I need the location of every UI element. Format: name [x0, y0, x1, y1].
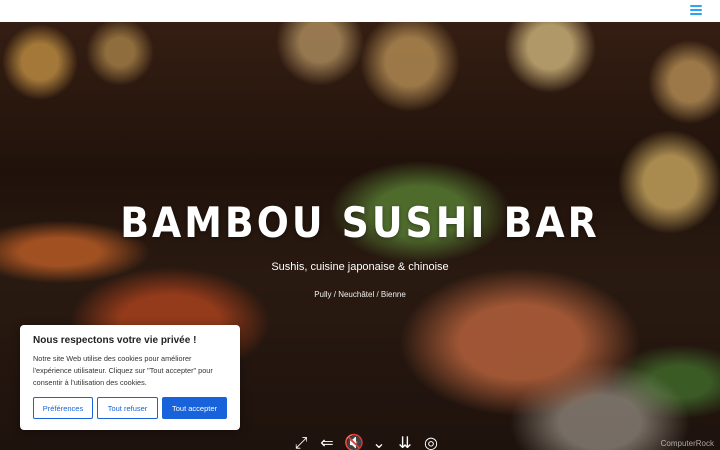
- hero-locations: Pully / Neuchâtel / Bienne: [314, 290, 406, 299]
- watermark: ComputerRock: [660, 439, 714, 448]
- media-controls: ⤢ ⇐ 🔇 ⌄ ⇊ ◎: [292, 436, 440, 450]
- top-navigation-bar: [0, 0, 720, 22]
- hamburger-menu-icon[interactable]: [690, 5, 702, 15]
- accept-all-button[interactable]: Tout accepter: [162, 397, 227, 419]
- cookie-consent-banner: Nous respectons votre vie privée ! Notre…: [20, 325, 240, 430]
- cookie-title: Nous respectons votre vie privée !: [33, 335, 197, 346]
- circle-check-icon[interactable]: ◎: [422, 436, 440, 450]
- hero-subtitle: Sushis, cuisine japonaise & chinoise: [271, 261, 449, 273]
- chevron-down-icon[interactable]: ⌄: [370, 436, 388, 450]
- refuse-all-button[interactable]: Tout refuser: [97, 397, 158, 419]
- expand-icon[interactable]: ⤢: [292, 436, 310, 450]
- back-arrow-icon[interactable]: ⇐: [318, 436, 336, 450]
- mute-icon[interactable]: 🔇: [344, 436, 364, 450]
- cookie-buttons: Préférences Tout refuser Tout accepter: [33, 397, 227, 419]
- preferences-button[interactable]: Préférences: [33, 397, 93, 419]
- hero-title: BAMBOU SUSHI BAR: [120, 198, 600, 247]
- double-chevron-down-icon[interactable]: ⇊: [396, 436, 414, 450]
- cookie-text: Notre site Web utilise des cookies pour …: [33, 354, 213, 387]
